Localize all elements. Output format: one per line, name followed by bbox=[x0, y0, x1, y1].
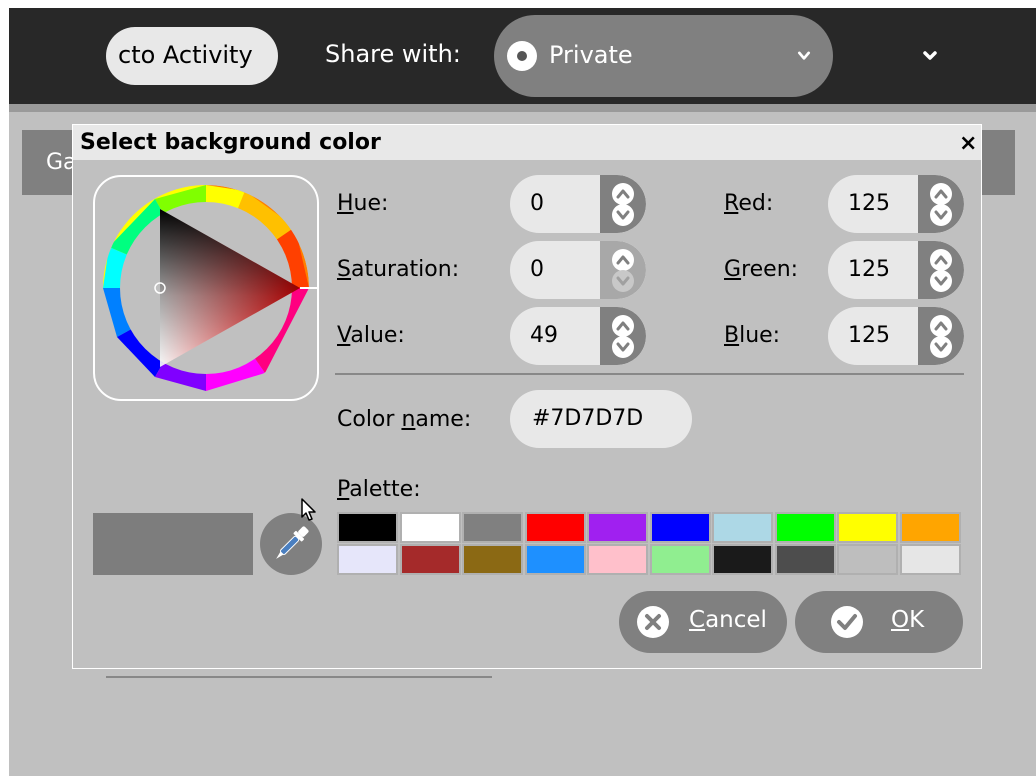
saturation-value: 0 bbox=[530, 257, 544, 282]
palette-swatch[interactable] bbox=[462, 544, 523, 575]
palette-swatch[interactable] bbox=[524, 544, 586, 575]
toolbar-bottom-bar bbox=[9, 104, 1036, 112]
screen-top-edge bbox=[0, 0, 1036, 8]
green-stepper[interactable] bbox=[918, 241, 964, 299]
palette-swatch[interactable] bbox=[649, 544, 711, 575]
saturation-stepper[interactable] bbox=[600, 241, 646, 299]
palette-swatch[interactable] bbox=[399, 512, 461, 543]
palette-swatch[interactable] bbox=[524, 512, 586, 543]
stepper-arrows-icon bbox=[930, 249, 952, 292]
palette-swatch[interactable] bbox=[837, 544, 898, 575]
red-spinbutton[interactable]: 125 bbox=[828, 175, 964, 233]
red-value: 125 bbox=[848, 191, 890, 216]
toolbar-more-chevron-icon[interactable] bbox=[922, 50, 938, 62]
radio-dot-icon bbox=[507, 41, 537, 71]
color-name-value: #7D7D7D bbox=[532, 406, 644, 431]
palette-swatch[interactable] bbox=[712, 544, 773, 575]
value-label: Value: bbox=[337, 323, 405, 348]
current-color-preview bbox=[93, 513, 253, 575]
value-spinbutton[interactable]: 49 bbox=[510, 307, 646, 365]
close-icon[interactable]: × bbox=[959, 131, 977, 156]
palette-swatch[interactable] bbox=[899, 512, 961, 543]
background-tab[interactable]: Ga bbox=[22, 130, 77, 195]
cancel-button[interactable]: Cancel bbox=[619, 591, 787, 653]
go-to-activity-button[interactable]: cto Activity bbox=[106, 27, 278, 85]
blue-stepper[interactable] bbox=[918, 307, 964, 365]
palette-swatch[interactable] bbox=[587, 512, 648, 543]
palette-swatch[interactable] bbox=[399, 544, 461, 575]
ok-button[interactable]: OK bbox=[795, 591, 963, 653]
green-label: Green: bbox=[724, 257, 799, 282]
palette-swatch[interactable] bbox=[712, 512, 773, 543]
value-stepper[interactable] bbox=[600, 307, 646, 365]
background-right-tab bbox=[981, 130, 1015, 195]
color-name-label: Color name: bbox=[337, 407, 472, 432]
chevron-down-icon bbox=[797, 51, 811, 60]
palette-swatch[interactable] bbox=[774, 512, 836, 543]
palette-swatch[interactable] bbox=[774, 544, 836, 575]
palette-swatch[interactable] bbox=[587, 544, 648, 575]
saturation-label: Saturation: bbox=[337, 257, 460, 282]
red-stepper[interactable] bbox=[918, 175, 964, 233]
palette-swatch[interactable] bbox=[337, 544, 398, 575]
blue-value: 125 bbox=[848, 323, 890, 348]
hsv-color-wheel[interactable] bbox=[95, 177, 319, 399]
hue-value: 0 bbox=[530, 191, 544, 216]
stepper-arrows-icon bbox=[612, 183, 634, 226]
saturation-spinbutton[interactable]: 0 bbox=[510, 241, 646, 299]
blue-spinbutton[interactable]: 125 bbox=[828, 307, 964, 365]
mouse-pointer-icon bbox=[301, 498, 316, 521]
hue-label: Hue: bbox=[337, 191, 389, 216]
blue-label: Blue: bbox=[724, 323, 781, 348]
stepper-arrows-icon bbox=[930, 183, 952, 226]
stepper-arrows-icon bbox=[930, 315, 952, 358]
share-with-label: Share with: bbox=[325, 40, 461, 68]
color-wheel-frame bbox=[93, 175, 319, 401]
screen-left-edge bbox=[0, 0, 9, 776]
dialog-titlebar: Select background color × bbox=[73, 125, 981, 160]
green-spinbutton[interactable]: 125 bbox=[828, 241, 964, 299]
cancel-label: Cancel bbox=[689, 607, 767, 633]
hue-stepper[interactable] bbox=[600, 175, 646, 233]
select-background-color-dialog: Select background color × Hue: 0 Saturat… bbox=[72, 124, 982, 669]
hue-spinbutton[interactable]: 0 bbox=[510, 175, 646, 233]
separator bbox=[335, 373, 964, 375]
palette-swatch[interactable] bbox=[899, 544, 961, 575]
share-with-value: Private bbox=[549, 41, 633, 69]
value-value: 49 bbox=[530, 323, 558, 348]
red-label: Red: bbox=[724, 191, 774, 216]
palette-swatch[interactable] bbox=[649, 512, 711, 543]
dialog-title: Select background color bbox=[80, 130, 381, 155]
ok-label: OK bbox=[891, 607, 925, 633]
palette-label: Palette: bbox=[337, 477, 421, 502]
background-ruler bbox=[106, 672, 492, 678]
palette-swatch[interactable] bbox=[462, 512, 523, 543]
color-name-input[interactable]: #7D7D7D bbox=[510, 390, 692, 448]
go-to-activity-label: cto Activity bbox=[118, 41, 253, 69]
checkmark-icon bbox=[831, 606, 863, 638]
palette-swatch[interactable] bbox=[337, 512, 398, 543]
cancel-icon bbox=[637, 606, 669, 638]
green-value: 125 bbox=[848, 257, 890, 282]
share-with-combo[interactable]: Private bbox=[494, 15, 833, 97]
palette-swatch[interactable] bbox=[837, 512, 898, 543]
stepper-arrows-icon bbox=[612, 249, 634, 292]
stepper-arrows-icon bbox=[612, 315, 634, 358]
